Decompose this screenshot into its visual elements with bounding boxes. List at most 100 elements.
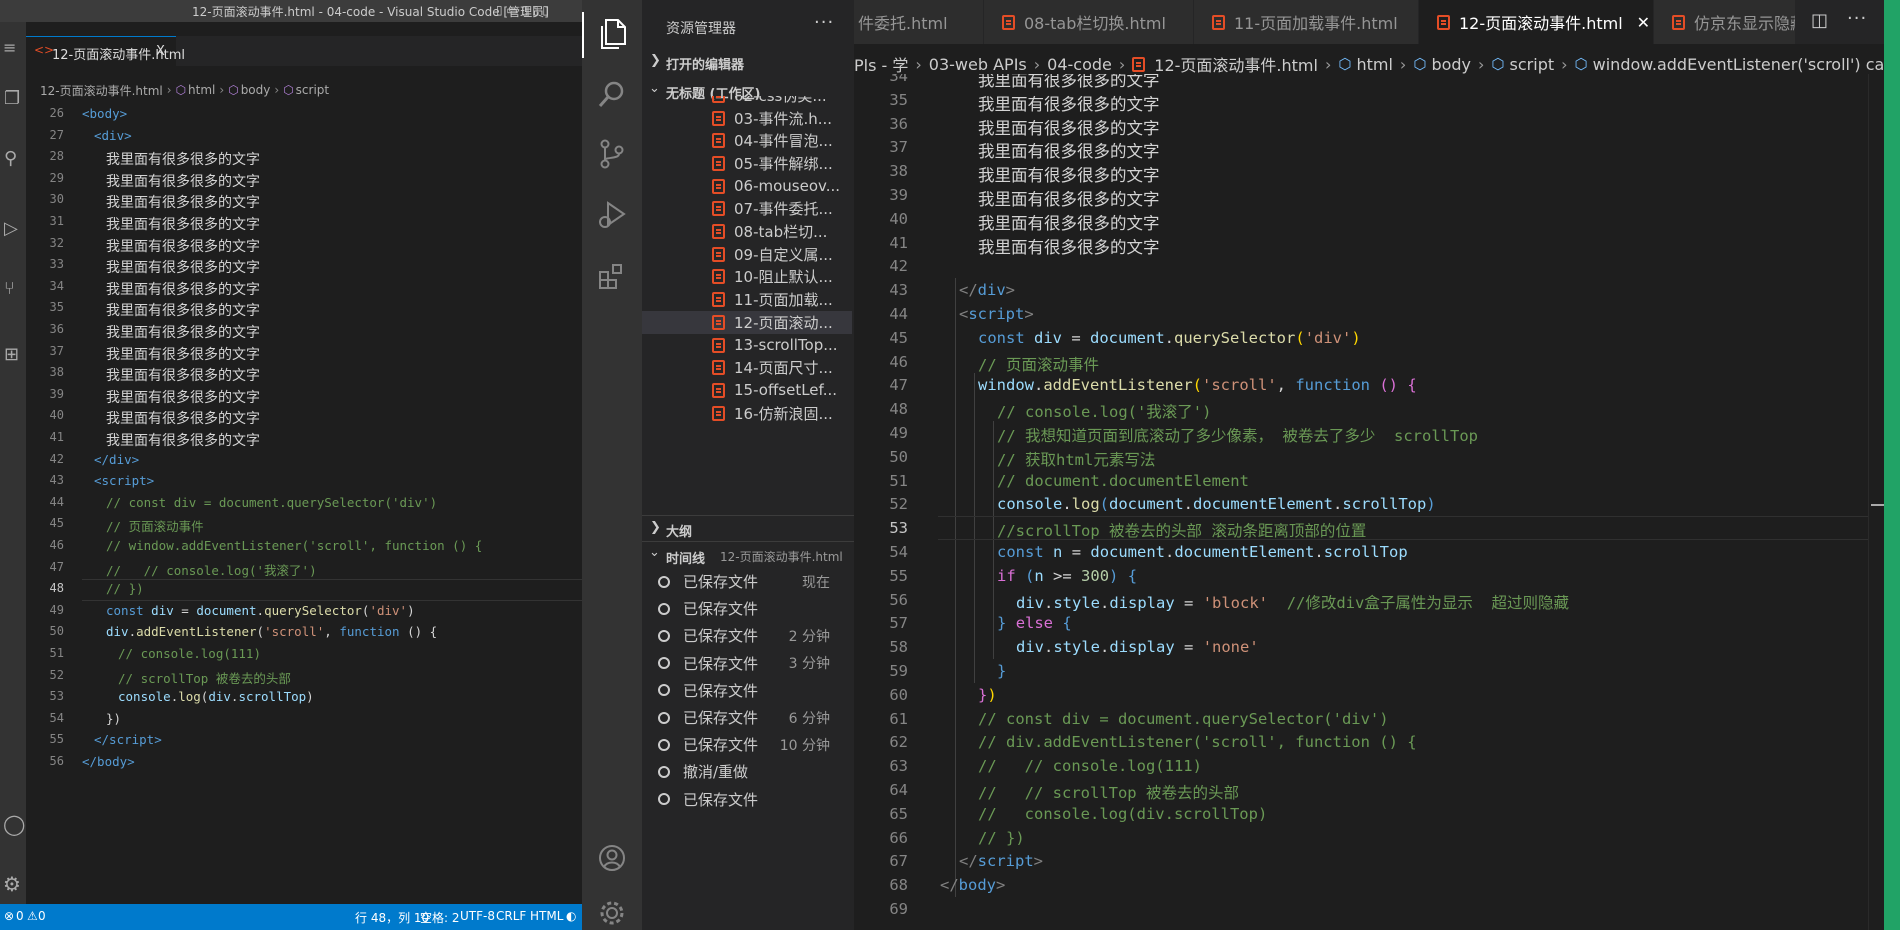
editor-tab[interactable]: 08-tab栏切换.html [984, 0, 1194, 44]
file-item[interactable]: 02-css伪类... [642, 96, 852, 107]
manage-gear-icon[interactable] [594, 895, 630, 930]
warning-icon[interactable]: ⚠ [27, 909, 38, 923]
timeline-item[interactable]: 已保存文件 [642, 786, 852, 813]
open-editors-section[interactable]: ❯ 打开的编辑器 [642, 52, 854, 76]
timeline-item-time: 10 分钟 [779, 737, 830, 754]
code-line: <div> [94, 127, 132, 143]
file-item[interactable]: 06-mouseov... [642, 175, 852, 198]
timeline-item[interactable]: 已保存文件 3 分钟 [642, 650, 852, 677]
file-item[interactable]: 03-事件流.h... [642, 107, 852, 130]
extensions-icon[interactable] [594, 256, 630, 296]
file-item[interactable]: 15-offsetLef... [642, 379, 852, 402]
close-icon[interactable]: ✕ [1637, 13, 1650, 32]
debug-icon[interactable]: ▷ [4, 218, 18, 239]
breadcrumb-item[interactable]: script [1510, 55, 1555, 74]
editor-tab[interactable]: 11-页面加载事件.html [1194, 0, 1419, 44]
source-control-icon[interactable] [594, 134, 630, 174]
file-item[interactable]: 05-事件解绑... [642, 152, 852, 175]
main-code-editor[interactable]: 34 我里面有很多很多的文字 35 我里面有很多很多的文字 36 我里面有很多很多的文字 3… [854, 74, 1870, 930]
timeline-item[interactable]: 已保存文件 2 分钟 [642, 622, 852, 649]
breadcrumb-item[interactable]: script [296, 83, 329, 97]
breadcrumb-item[interactable]: 12-页面滚动事件.html [1154, 52, 1318, 76]
file-item[interactable]: 13-scrollTop... [642, 334, 852, 357]
timeline-item[interactable]: 撤消/重做 [642, 758, 852, 785]
left-code-area[interactable]: 26 <body> 27 <div> 28 我里面有很多很多的文字 29 我里面有很多很多的文… [26, 104, 582, 900]
editor-scrollbar[interactable] [1868, 74, 1885, 930]
split-editor-icon[interactable]: ◫ [1811, 10, 1828, 31]
account-icon[interactable] [594, 838, 630, 878]
html-file-icon [712, 246, 725, 262]
line-number: 33 [49, 257, 64, 272]
line-number: 28 [49, 149, 64, 164]
error-count[interactable]: 0 [16, 909, 24, 923]
outline-section[interactable]: ❯ 大纲 [642, 515, 854, 540]
search-icon[interactable] [594, 74, 630, 114]
search-icon[interactable]: ⚲ [4, 148, 17, 169]
breadcrumb-item[interactable]: 12-页面滚动事件.html [40, 82, 163, 99]
error-icon[interactable]: ⊗ [4, 909, 14, 923]
file-item[interactable]: 08-tab栏切... [642, 220, 852, 243]
extensions-icon[interactable]: ⊞ [4, 344, 19, 365]
file-item[interactable]: 07-事件委托... [642, 198, 852, 221]
breadcrumb-item[interactable]: window.addEventListener('scroll') callba… [1593, 55, 1900, 74]
close-icon[interactable]: X [156, 44, 165, 59]
code-line: </script> [94, 732, 162, 748]
element-icon: ⬡ [1413, 55, 1427, 73]
file-item[interactable]: 16-仿新浪固... [642, 402, 852, 425]
line-number: 54 [889, 543, 908, 561]
left-tab-active[interactable]: <> 12-页面滚动事件.html X [26, 36, 185, 66]
eol[interactable]: CRLF [496, 909, 526, 923]
more-actions-icon[interactable]: ··· [814, 12, 834, 33]
breadcrumb-item[interactable]: html [188, 83, 215, 97]
timeline-item-time: 6 分钟 [788, 710, 830, 727]
breadcrumb-item[interactable]: Pls - 学 [854, 52, 908, 76]
indent-spaces[interactable]: 空格: 2 [420, 909, 460, 926]
timeline-item[interactable]: 已保存文件 [642, 595, 852, 622]
file-item[interactable]: 04-事件冒泡... [642, 129, 852, 152]
timeline-list: 已保存文件 现在 已保存文件 已保存文件 2 分钟 已保存文件 3 分钟 已保存文件 已保存文件… [642, 568, 854, 828]
timeline-dot-icon [658, 711, 670, 724]
editor-tab[interactable]: 12-页面滚动事件.html ✕ [1419, 0, 1654, 44]
warning-count[interactable]: 0 [38, 909, 46, 923]
breadcrumb-item[interactable]: body [241, 83, 271, 97]
more-actions-icon[interactable]: ··· [1847, 8, 1867, 29]
settings-gear-icon[interactable]: ⚙ [3, 872, 21, 896]
layout-icon[interactable]: ▯ ▭ ▯ ▯ ▯ [496, 3, 549, 17]
timeline-item[interactable]: 已保存文件 6 分钟 [642, 704, 852, 731]
code-line: 我里面有很多很多的文字 [106, 411, 260, 428]
timeline-item[interactable]: 已保存文件 现在 [642, 568, 852, 595]
code-line: 我里面有很多很多的文字 [978, 142, 1160, 162]
run-debug-icon[interactable] [594, 194, 630, 234]
breadcrumb-item[interactable]: 04-code [1047, 55, 1112, 74]
file-item[interactable]: 10-阻止默认... [642, 266, 852, 289]
cursor-position[interactable]: 行 48，列 10 [355, 909, 429, 926]
file-name: 16-仿新浪固... [734, 404, 833, 423]
line-number: 36 [49, 322, 64, 336]
line-number: 66 [889, 828, 908, 847]
timeline-item-label: 已保存文件 [683, 627, 759, 646]
file-item[interactable]: 09-自定义属... [642, 243, 852, 266]
code-line: 我里面有很多很多的文字 [106, 325, 260, 341]
code-line: div.style.display = 'none' [1016, 638, 1259, 657]
breadcrumb-item[interactable]: html [1356, 55, 1392, 74]
left-breadcrumb: 12-页面滚动事件.html › ⬡ html › ⬡ body › ⬡ script [40, 80, 329, 100]
breadcrumb-item[interactable]: body [1431, 55, 1471, 74]
feedback-icon[interactable]: ◐ [566, 909, 576, 923]
timeline-section[interactable]: ⌄ 时间线 12-页面滚动事件.html [642, 541, 854, 567]
file-item[interactable]: 12-页面滚动... [642, 311, 852, 334]
file-item[interactable]: 11-页面加载... [642, 288, 852, 311]
encoding[interactable]: UTF-8 [460, 909, 495, 923]
account-icon[interactable]: ◯ [3, 812, 25, 836]
explorer-icon[interactable] [594, 14, 630, 54]
line-number: 53 [49, 689, 64, 704]
breadcrumb-item[interactable]: 03-web APIs [929, 55, 1027, 74]
file-item[interactable]: 14-页面尺寸... [642, 356, 852, 379]
timeline-item[interactable]: 已保存文件 10 分钟 [642, 731, 852, 758]
files-icon[interactable]: ❐ [4, 88, 20, 109]
language-mode[interactable]: HTML [530, 909, 563, 923]
editor-tab[interactable]: 件委托.html [854, 0, 984, 44]
menu-icon[interactable]: ≡ [3, 38, 16, 57]
timeline-item[interactable]: 已保存文件 [642, 677, 852, 704]
code-line: // // console.log('我滚了') [106, 562, 317, 578]
source-control-icon[interactable]: ⑂ [4, 278, 15, 299]
